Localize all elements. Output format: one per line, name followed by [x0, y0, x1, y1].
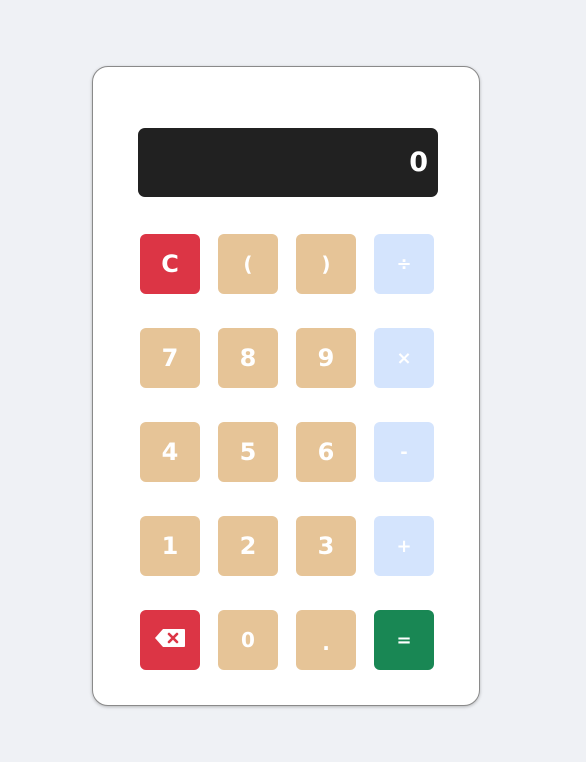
backspace-icon	[154, 626, 186, 654]
clear-button[interactable]: C	[140, 234, 200, 294]
calculator-display: 0	[138, 128, 438, 197]
divide-button[interactable]: ÷	[374, 234, 434, 294]
four-button[interactable]: 4	[140, 422, 200, 482]
multiply-button[interactable]: ×	[374, 328, 434, 388]
close-paren-button[interactable]: )	[296, 234, 356, 294]
calculator: 0 C ( ) ÷ 7 8 9 × 4 5 6 - 1 2 3 + 0 . =	[92, 66, 480, 706]
seven-button[interactable]: 7	[140, 328, 200, 388]
two-button[interactable]: 2	[218, 516, 278, 576]
six-button[interactable]: 6	[296, 422, 356, 482]
three-button[interactable]: 3	[296, 516, 356, 576]
eight-button[interactable]: 8	[218, 328, 278, 388]
backspace-button[interactable]	[140, 610, 200, 670]
add-button[interactable]: +	[374, 516, 434, 576]
display-value: 0	[409, 147, 428, 178]
decimal-button[interactable]: .	[296, 610, 356, 670]
nine-button[interactable]: 9	[296, 328, 356, 388]
one-button[interactable]: 1	[140, 516, 200, 576]
five-button[interactable]: 5	[218, 422, 278, 482]
subtract-button[interactable]: -	[374, 422, 434, 482]
zero-button[interactable]: 0	[218, 610, 278, 670]
open-paren-button[interactable]: (	[218, 234, 278, 294]
equals-button[interactable]: =	[374, 610, 434, 670]
